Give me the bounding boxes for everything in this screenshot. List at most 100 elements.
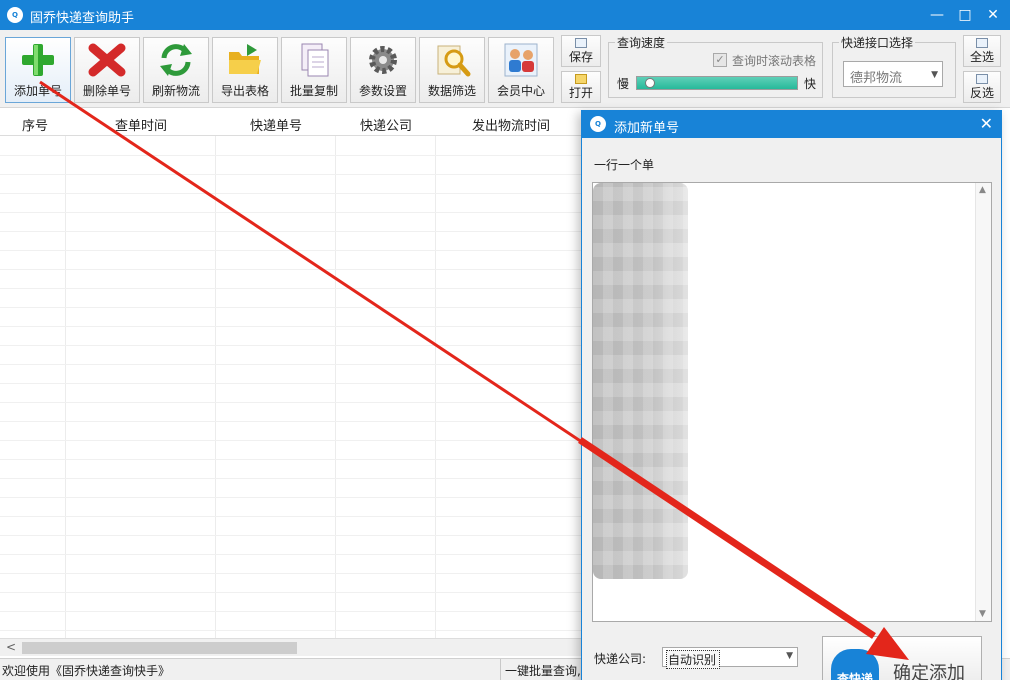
maximize-button[interactable]: □ [952, 4, 978, 26]
query-speed-thumb[interactable] [645, 78, 655, 88]
gear-icon [369, 46, 397, 74]
window-title: 固乔快递查询助手 [30, 11, 135, 26]
table-row-line [0, 326, 585, 327]
scrollbar-thumb[interactable] [22, 642, 297, 654]
export-table-label: 导出表格 [220, 84, 269, 98]
dialog-title: 添加新单号 [614, 121, 680, 136]
member-center-button[interactable]: 会员中心 [488, 37, 554, 103]
open-label: 打开 [568, 86, 593, 100]
delete-number-button[interactable]: 删除单号 [74, 37, 140, 103]
confirm-add-button[interactable]: 查快递 确定添加 [822, 636, 982, 680]
dialog-close-icon[interactable]: ✕ [980, 114, 993, 133]
data-filter-button[interactable]: 数据筛选 [419, 37, 485, 103]
batch-copy-label: 批量复制 [289, 84, 338, 98]
table-row-line [0, 402, 585, 403]
magnifier-icon [437, 45, 471, 77]
open-button[interactable]: 打开 [561, 71, 601, 103]
slow-label: 慢 [617, 77, 630, 91]
table-row-line [0, 288, 585, 289]
company-select[interactable]: 自动识别 ▼ [662, 647, 798, 669]
refresh-icon [160, 44, 192, 76]
member-center-label: 会员中心 [496, 84, 545, 98]
column-header-ship-time[interactable]: 发出物流时间 [472, 115, 550, 134]
api-select-title: 快递接口选择 [839, 34, 916, 51]
table-row-line [0, 345, 585, 346]
table-row-line [0, 516, 585, 517]
refresh-logistics-label: 刷新物流 [151, 84, 200, 98]
add-number-dialog: Q 添加新单号 ✕ 一行一个单 ▲ ▼ 快递公司: 自动识别 ▼ 查快递 确定添… [581, 110, 1002, 680]
scroll-left-icon[interactable]: < [6, 640, 16, 654]
table-row-line [0, 611, 585, 612]
table-header: 序号 查单时间 快递单号 快递公司 发出物流时间 [0, 108, 585, 136]
delete-icon [88, 43, 126, 77]
table-row-line [0, 459, 585, 460]
column-header-courier[interactable]: 快递公司 [360, 115, 412, 134]
column-header-index[interactable]: 序号 [22, 115, 48, 134]
dialog-instruction: 一行一个单 [594, 158, 655, 172]
table-row-line [0, 478, 585, 479]
table-row-line [0, 497, 585, 498]
save-button[interactable]: 保存 [561, 35, 601, 67]
add-number-label: 添加单号 [13, 84, 62, 98]
table-row-line [0, 193, 585, 194]
table-row-line [0, 364, 585, 365]
table-row-line [0, 383, 585, 384]
members-icon [504, 43, 538, 77]
settings-button[interactable]: 参数设置 [350, 37, 416, 103]
copy-icon [301, 43, 329, 77]
tracking-table[interactable]: 序号 查单时间 快递单号 快递公司 发出物流时间 [0, 108, 585, 638]
column-header-query-time[interactable]: 查单时间 [115, 115, 167, 134]
settings-label: 参数设置 [358, 84, 407, 98]
textarea-scrollbar[interactable]: ▲ ▼ [975, 183, 991, 621]
chevron-down-icon: ▼ [931, 70, 938, 80]
company-label: 快递公司: [594, 652, 647, 666]
tracking-numbers-textarea[interactable]: ▲ ▼ [592, 182, 992, 622]
query-speed-group: 查询速度 ✓ 查询时滚动表格 慢 快 [608, 34, 823, 98]
toolbar: 添加单号 删除单号 刷新物流 导出表格 批量复制 参数设置 数据筛选 会员中心 … [0, 30, 1010, 108]
invert-selection-button[interactable]: 反选 [963, 71, 1001, 103]
invert-selection-icon [976, 74, 988, 84]
table-row-line [0, 440, 585, 441]
status-hint-text: 一键批量查询, [505, 664, 581, 678]
table-row-line [0, 630, 585, 631]
scroll-table-label: 查询时滚动表格 [732, 54, 817, 68]
query-speed-slider[interactable] [636, 76, 798, 90]
fast-label: 快 [804, 77, 817, 91]
table-row-line [0, 212, 585, 213]
dialog-body: 一行一个单 ▲ ▼ 快递公司: 自动识别 ▼ 查快递 确定添加 [582, 138, 1001, 680]
table-row-line [0, 573, 585, 574]
batch-copy-button[interactable]: 批量复制 [281, 37, 347, 103]
scroll-up-icon[interactable]: ▲ [979, 185, 986, 195]
save-icon [575, 38, 587, 48]
table-row-line [0, 592, 585, 593]
add-number-button[interactable]: 添加单号 [5, 37, 71, 103]
save-label: 保存 [568, 50, 593, 64]
dialog-logo-icon: Q [590, 116, 606, 132]
select-all-label: 全选 [969, 50, 994, 64]
column-header-tracking-number[interactable]: 快递单号 [250, 115, 302, 134]
chevron-down-icon: ▼ [786, 651, 793, 661]
redacted-tracking-numbers [593, 183, 688, 579]
select-all-button[interactable]: 全选 [963, 35, 1001, 67]
close-button[interactable]: ✕ [980, 4, 1006, 26]
app-logo-icon: Q [7, 7, 23, 23]
table-row-line [0, 307, 585, 308]
scroll-table-checkbox[interactable]: ✓ [713, 53, 727, 67]
export-table-button[interactable]: 导出表格 [212, 37, 278, 103]
dialog-title-bar: Q 添加新单号 ✕ [582, 111, 1001, 138]
open-folder-icon [575, 74, 587, 84]
data-filter-label: 数据筛选 [427, 84, 476, 98]
title-bar: Q 固乔快递查询助手 — □ ✕ [0, 0, 1010, 30]
horizontal-scrollbar[interactable]: < [0, 638, 585, 656]
query-speed-fill [637, 77, 797, 89]
status-divider [500, 659, 501, 680]
invert-selection-label: 反选 [969, 86, 994, 100]
api-select-group: 快递接口选择 德邦物流 ▼ [832, 34, 956, 98]
api-select-dropdown[interactable]: 德邦物流 ▼ [843, 61, 943, 87]
scroll-down-icon[interactable]: ▼ [979, 609, 986, 619]
minimize-button[interactable]: — [924, 4, 950, 26]
table-row-line [0, 174, 585, 175]
refresh-logistics-button[interactable]: 刷新物流 [143, 37, 209, 103]
table-row-line [0, 269, 585, 270]
query-express-logo: 查快递 [831, 649, 879, 680]
